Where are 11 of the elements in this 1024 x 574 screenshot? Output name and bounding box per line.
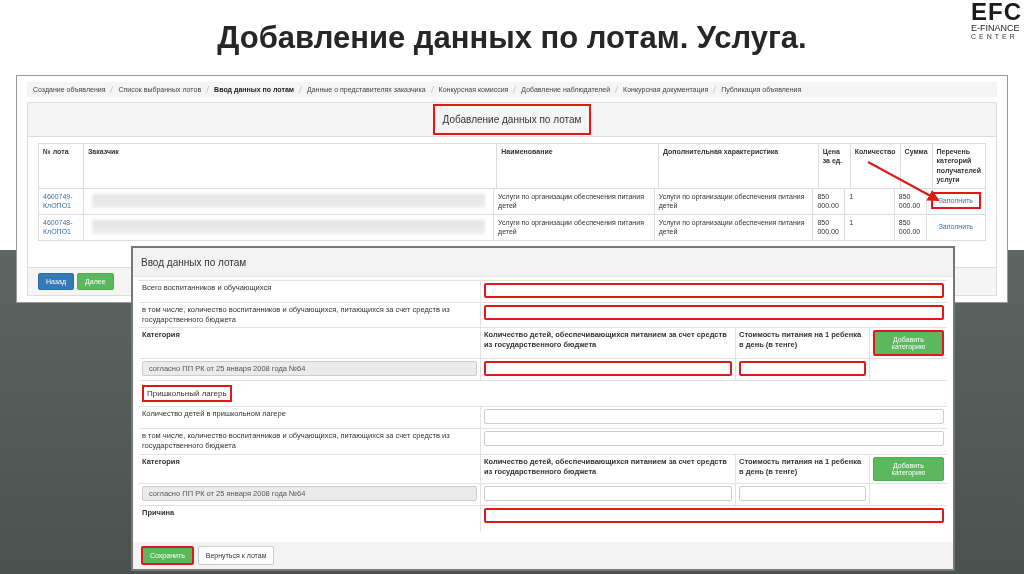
input-field[interactable] [484, 283, 944, 298]
section-title: Пришкольный лагерь [142, 385, 232, 403]
logo-mark: EFC [971, 0, 1022, 24]
input-field[interactable] [484, 361, 732, 377]
slide-title: Добавление данных по лотам. Услуга. [217, 19, 807, 56]
dialog-title: Ввод данных по лотам [141, 256, 247, 268]
input-field[interactable] [484, 507, 944, 523]
logo-name: E-FINANCE [971, 24, 1020, 33]
panel-title: Добавление данных по лотам [432, 104, 592, 135]
input-field[interactable] [484, 305, 944, 320]
input-field[interactable] [739, 361, 866, 377]
